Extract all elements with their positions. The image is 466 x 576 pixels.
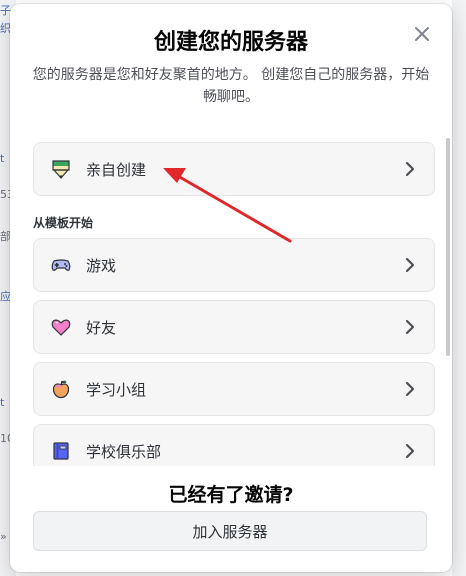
pencil-icon <box>50 158 72 180</box>
gamepad-icon <box>50 254 72 276</box>
chevron-right-icon <box>405 161 415 177</box>
chevron-right-icon <box>405 257 415 273</box>
create-my-own-label: 亲自创建 <box>86 160 147 179</box>
background-app-right-strip <box>452 0 466 576</box>
modal-subtitle: 您的服务器是您和好友聚首的地方。 创建您自己的服务器，开始畅聊吧。 <box>32 67 430 105</box>
heart-icon <box>50 316 72 338</box>
modal-title: 创建您的服务器 <box>153 30 308 55</box>
create-server-modal: 创建您的服务器 您的服务器是您和好友聚首的地方。 创建您自己的服务器，开始畅聊吧… <box>10 4 452 572</box>
join-server-button[interactable]: 加入服务器 <box>33 511 427 551</box>
chevron-right-icon <box>405 381 415 397</box>
server-options-list[interactable]: 亲自创建 从模板开始 游戏 好友 学习小组 学校俱乐部 <box>10 130 452 466</box>
book-icon <box>50 440 72 462</box>
template-school-club-label: 学校俱乐部 <box>86 442 162 461</box>
template-gaming-button[interactable]: 游戏 <box>33 238 435 292</box>
chevron-right-icon <box>405 443 415 459</box>
background-text-fragment: » <box>0 530 7 543</box>
template-school-club-button[interactable]: 学校俱乐部 <box>33 424 435 466</box>
template-study-group-label: 学习小组 <box>86 380 147 399</box>
background-text-fragment: t <box>0 396 5 409</box>
background-text-fragment: t <box>0 152 5 165</box>
scrollbar-thumb[interactable] <box>446 138 450 356</box>
template-study-group-button[interactable]: 学习小组 <box>33 362 435 416</box>
chevron-right-icon <box>405 319 415 335</box>
template-section-label: 从模板开始 <box>33 216 94 230</box>
apple-icon <box>50 378 72 400</box>
template-friends-button[interactable]: 好友 <box>33 300 435 354</box>
invite-prompt-title: 已经有了邀请? <box>168 484 294 506</box>
template-gaming-label: 游戏 <box>86 256 117 275</box>
create-my-own-button[interactable]: 亲自创建 <box>33 142 435 196</box>
template-friends-label: 好友 <box>86 318 117 337</box>
